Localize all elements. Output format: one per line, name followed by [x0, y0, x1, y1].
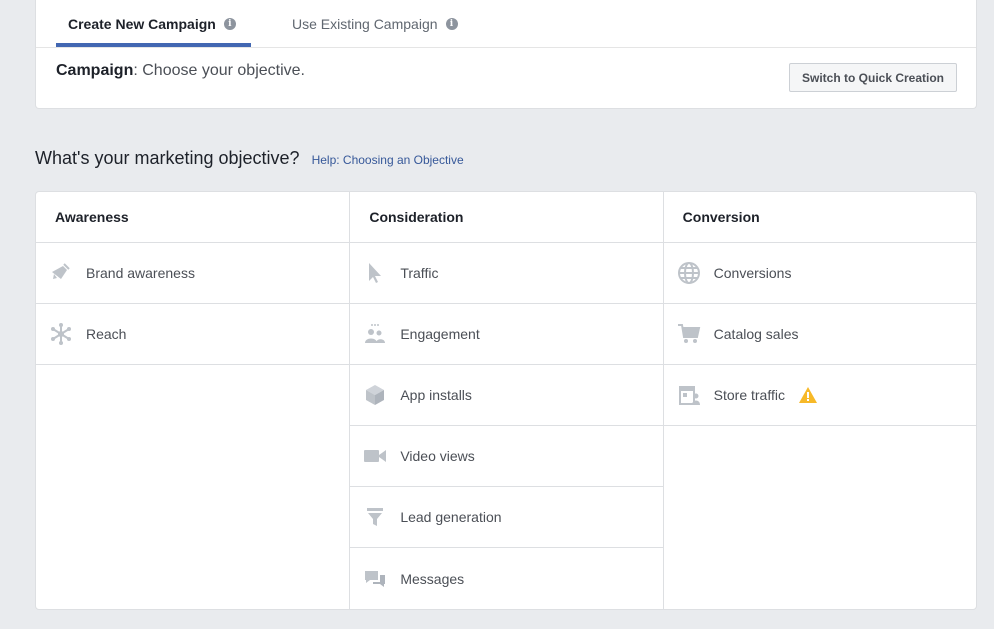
column-header: Consideration	[350, 192, 663, 243]
objective-store-traffic[interactable]: Store traffic	[663, 365, 976, 426]
globe-icon	[676, 260, 702, 286]
objective-label: Lead generation	[400, 509, 502, 525]
chat-bubbles-icon	[362, 566, 388, 592]
tab-existing-label: Use Existing Campaign	[292, 16, 438, 32]
tab-create-label: Create New Campaign	[68, 16, 216, 32]
column-consideration: Consideration Traffic Engagement App ins…	[349, 192, 663, 609]
campaign-tabs: Create New Campaign i Use Existing Campa…	[36, 0, 976, 48]
campaign-label: Campaign	[56, 62, 134, 79]
objective-label: Messages	[400, 570, 465, 587]
switch-to-quick-creation-button[interactable]: Switch to Quick Creation	[789, 63, 957, 92]
objective-app-installs[interactable]: App installs	[350, 365, 663, 426]
objective-label: Traffic	[400, 265, 439, 281]
objective-label: Video views	[400, 448, 475, 464]
objective-label: App installs	[400, 387, 472, 403]
funnel-icon	[362, 504, 388, 530]
campaign-subtext: : Choose your objective.	[133, 62, 305, 79]
megaphone-icon	[48, 260, 74, 286]
column-conversion: Conversion Conversions Catalog sales Sto…	[662, 192, 976, 609]
people-icon	[362, 321, 388, 347]
objective-lead-generation[interactable]: Lead generation	[350, 487, 663, 548]
tab-use-existing-campaign[interactable]: Use Existing Campaign i	[292, 0, 458, 48]
reach-icon	[48, 321, 74, 347]
objective-catalog-sales[interactable]: Catalog sales	[663, 304, 976, 365]
campaign-card: Create New Campaign i Use Existing Campa…	[35, 0, 977, 109]
tab-create-new-campaign[interactable]: Create New Campaign i	[56, 0, 251, 48]
objective-label: Conversions	[713, 265, 792, 281]
objective-label: Store traffic	[713, 387, 785, 403]
objective-brand-awareness[interactable]: Brand awareness	[36, 243, 350, 304]
objective-messages[interactable]: Messages	[350, 548, 662, 609]
video-camera-icon	[362, 443, 388, 469]
store-icon	[676, 382, 702, 408]
objective-reach[interactable]: Reach	[36, 304, 350, 365]
objective-video-views[interactable]: Video views	[350, 426, 663, 487]
objective-table: Awareness Brand awareness Reach Consider…	[35, 191, 977, 610]
column-awareness: Awareness Brand awareness Reach	[36, 192, 350, 609]
objective-engagement[interactable]: Engagement	[350, 304, 663, 365]
objective-heading: What's your marketing objective? Help: C…	[35, 148, 464, 169]
shopping-cart-icon	[676, 321, 702, 347]
objective-traffic[interactable]: Traffic	[350, 243, 663, 304]
objective-title: What's your marketing objective?	[35, 148, 300, 168]
objective-label: Brand awareness	[86, 265, 195, 281]
info-icon[interactable]: i	[445, 18, 458, 30]
active-tab-indicator	[56, 43, 251, 47]
box-icon	[362, 382, 388, 408]
info-icon[interactable]: i	[223, 18, 236, 30]
objective-label: Catalog sales	[713, 326, 799, 342]
warning-icon	[798, 387, 817, 403]
campaign-heading: Campaign: Choose your objective.	[56, 62, 305, 80]
help-link[interactable]: Help: Choosing an Objective	[312, 153, 464, 167]
objective-label: Reach	[86, 326, 127, 342]
objective-conversions[interactable]: Conversions	[663, 243, 976, 304]
column-header: Awareness	[36, 192, 350, 243]
cursor-icon	[362, 260, 388, 286]
column-header: Conversion	[663, 192, 976, 243]
objective-label: Engagement	[400, 326, 480, 342]
